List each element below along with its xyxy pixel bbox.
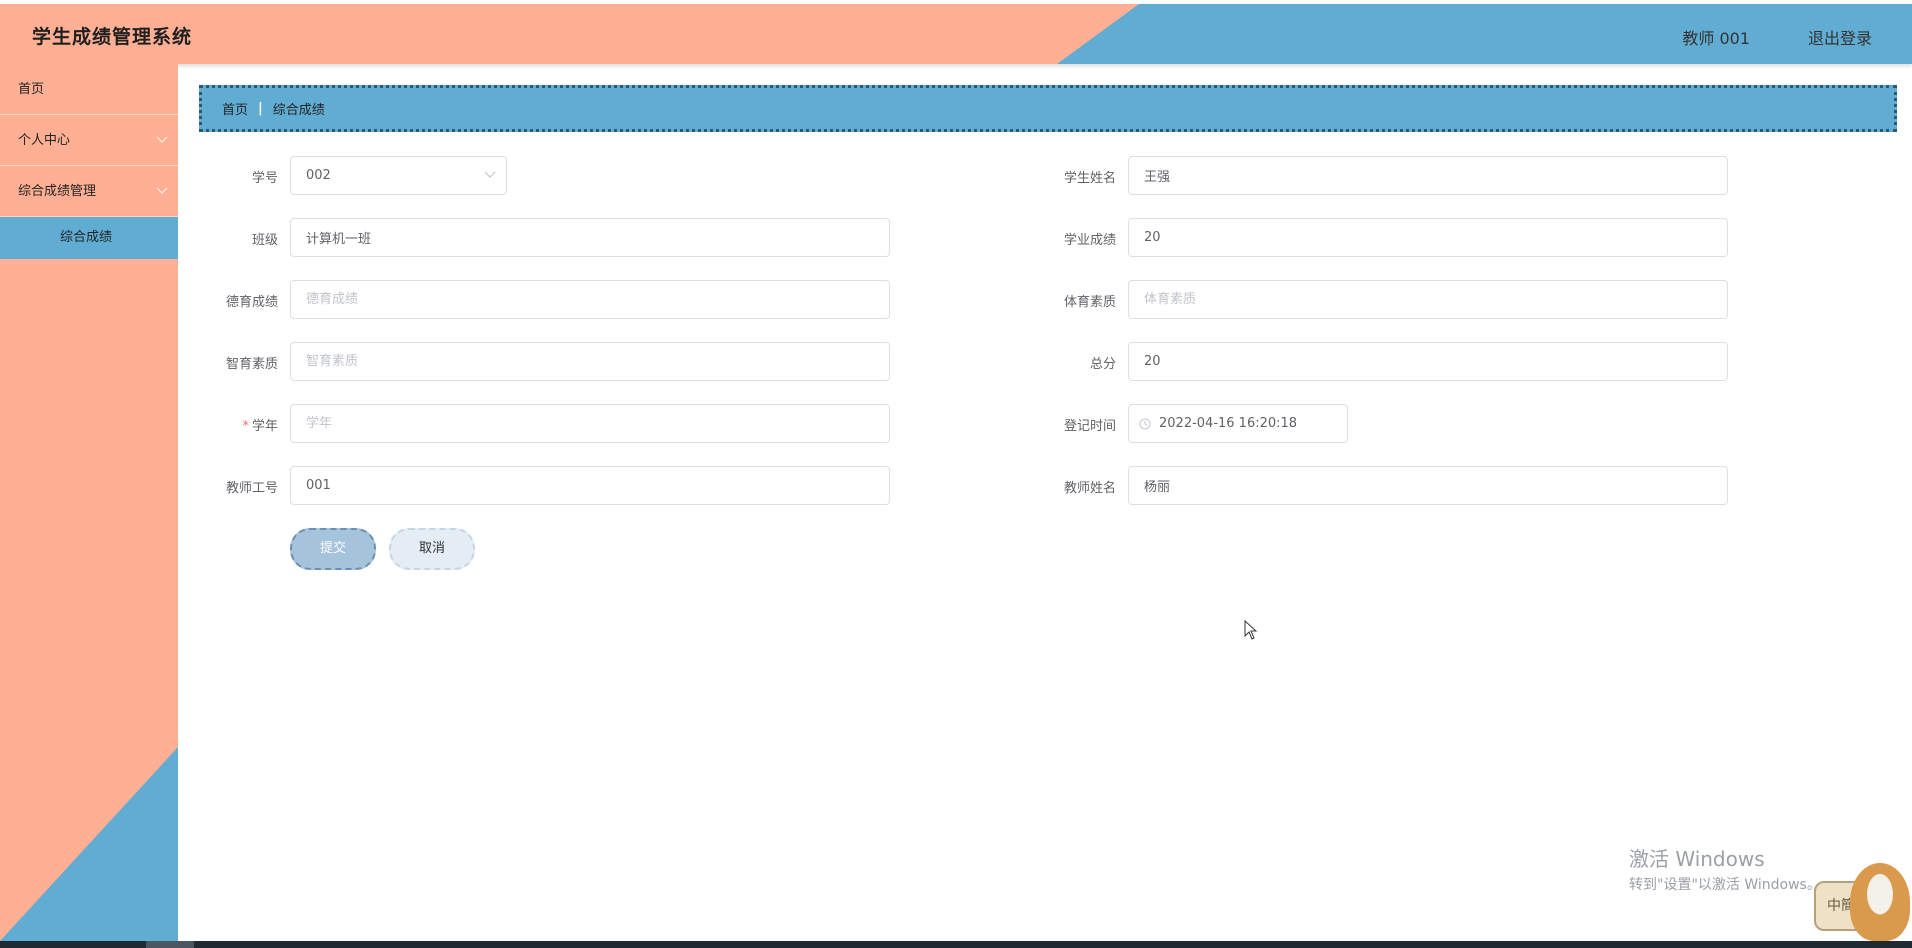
physical-quality-input[interactable] bbox=[1128, 280, 1728, 319]
total-score-input[interactable] bbox=[1128, 342, 1728, 381]
register-time-value: 2022-04-16 16:20:18 bbox=[1159, 416, 1298, 431]
sidebar-item-score-management[interactable]: 综合成绩管理 bbox=[0, 166, 178, 217]
sidebar-item-label: 首页 bbox=[18, 82, 45, 97]
student-name-input[interactable] bbox=[1128, 156, 1728, 195]
breadcrumb-separator: | bbox=[258, 101, 263, 116]
breadcrumb: 首页 | 综合成绩 bbox=[199, 85, 1897, 132]
taskbar bbox=[0, 941, 1912, 948]
student-id-select[interactable]: 002 bbox=[290, 156, 507, 195]
chevron-down-icon bbox=[156, 115, 168, 166]
student-id-value: 002 bbox=[306, 168, 331, 183]
total-score-label: 总分 bbox=[1089, 357, 1116, 372]
teacher-id-label: 教师工号 bbox=[225, 481, 278, 496]
teacher-name-input[interactable] bbox=[1128, 466, 1728, 505]
chevron-down-icon bbox=[484, 157, 496, 194]
current-user-label: 教师 001 bbox=[1682, 29, 1750, 48]
class-input[interactable] bbox=[290, 218, 890, 257]
student-name-label: 学生姓名 bbox=[1063, 171, 1116, 186]
school-year-input[interactable] bbox=[290, 404, 890, 443]
mouse-cursor-icon bbox=[1244, 620, 1258, 640]
moral-score-input[interactable] bbox=[290, 280, 890, 319]
student-id-label: 学号 bbox=[251, 171, 278, 186]
dog-mascot-icon bbox=[1850, 863, 1910, 941]
register-time-label: 登记时间 bbox=[1063, 419, 1116, 434]
clock-icon bbox=[1139, 405, 1151, 442]
chevron-down-icon bbox=[156, 166, 168, 217]
physical-quality-label: 体育素质 bbox=[1063, 295, 1116, 310]
school-year-label-text: 学年 bbox=[251, 419, 278, 434]
header-blue-wedge bbox=[1057, 4, 1912, 64]
register-time-picker[interactable]: 2022-04-16 16:20:18 bbox=[1128, 404, 1348, 443]
breadcrumb-home[interactable]: 首页 bbox=[222, 99, 248, 118]
logout-link[interactable]: 退出登录 bbox=[1808, 25, 1872, 49]
submit-button[interactable]: 提交 bbox=[290, 528, 376, 570]
academic-score-input[interactable] bbox=[1128, 218, 1728, 257]
top-header: 学生成绩管理系统 教师 001 退出登录 bbox=[0, 4, 1912, 64]
breadcrumb-current: 综合成绩 bbox=[272, 103, 325, 118]
ime-indicator[interactable]: 中簡 bbox=[1814, 863, 1910, 941]
windows-activation-watermark: 激活 Windows 转到"设置"以激活 Windows。 bbox=[1629, 843, 1821, 894]
school-year-label: * 学年 bbox=[178, 415, 278, 434]
watermark-line1: 激活 Windows bbox=[1629, 847, 1765, 871]
sidebar-item-label: 综合成绩管理 bbox=[18, 184, 97, 199]
moral-score-label: 德育成绩 bbox=[225, 295, 278, 310]
sidebar-subitem-comprehensive-score[interactable]: 综合成绩 bbox=[0, 217, 178, 259]
sidebar-subitem-label: 综合成绩 bbox=[60, 230, 113, 245]
sidebar: 首页 个人中心 综合成绩管理 综合成绩 bbox=[0, 64, 178, 941]
app-title: 学生成绩管理系统 bbox=[32, 26, 193, 48]
teacher-name-label: 教师姓名 bbox=[1063, 481, 1116, 496]
intellectual-quality-input[interactable] bbox=[290, 342, 890, 381]
watermark-line2: 转到"设置"以激活 Windows。 bbox=[1629, 877, 1821, 893]
sidebar-item-label: 个人中心 bbox=[18, 133, 71, 148]
taskbar-item[interactable] bbox=[146, 941, 194, 948]
required-mark: * bbox=[242, 419, 249, 434]
sidebar-item-personal-center[interactable]: 个人中心 bbox=[0, 115, 178, 166]
teacher-id-input[interactable] bbox=[290, 466, 890, 505]
intellectual-quality-label: 智育素质 bbox=[225, 357, 278, 372]
cancel-button[interactable]: 取消 bbox=[389, 528, 475, 570]
sidebar-item-home[interactable]: 首页 bbox=[0, 64, 178, 115]
class-label: 班级 bbox=[251, 233, 278, 248]
academic-score-label: 学业成绩 bbox=[1063, 233, 1116, 248]
sidebar-blue-corner bbox=[0, 747, 178, 941]
